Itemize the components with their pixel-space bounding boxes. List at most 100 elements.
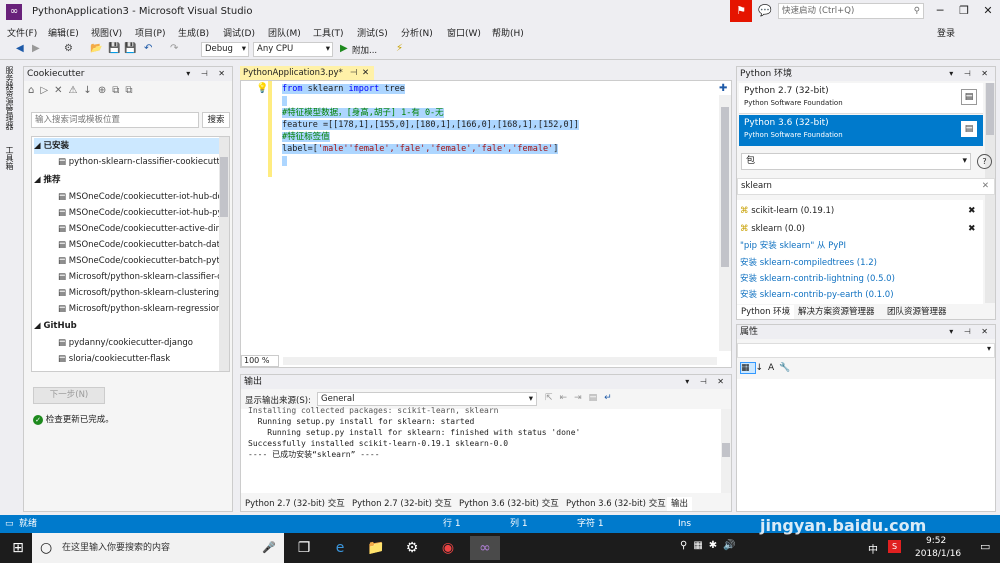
- output-source-select[interactable]: General ▾: [317, 392, 537, 406]
- attach-button[interactable]: 附加...: [352, 44, 377, 56]
- template-search-input[interactable]: 输入搜索词或模板位置: [31, 112, 199, 128]
- taskbar-search[interactable]: ○ 在这里输入你要搜索的内容 🎤: [32, 533, 284, 563]
- package-item[interactable]: ⌘ sklearn (0.0): [740, 221, 805, 237]
- tool-icon[interactable]: ⚡: [396, 43, 403, 54]
- panel-menu-icons[interactable]: ▾ ⊣ ✕: [949, 67, 992, 81]
- close-button[interactable]: ✕: [976, 0, 1000, 22]
- group-installed[interactable]: ◢ 已安装: [34, 138, 229, 154]
- template-item[interactable]: ▤ Microsoft/python-sklearn-clustering-co…: [58, 285, 229, 301]
- tab-py27-interactive-2[interactable]: Python 2.7 (32-bit) 交互: [348, 497, 456, 511]
- globe-icon[interactable]: ⊕: [98, 85, 112, 96]
- editor-tab[interactable]: PythonApplication3.py* ⊣ ✕: [240, 66, 374, 80]
- alphabetical-icon[interactable]: ↓A: [756, 363, 780, 373]
- uninstall-icon[interactable]: ✖: [968, 206, 978, 216]
- configuration-select[interactable]: Debug ▾: [201, 42, 249, 57]
- template-item[interactable]: ▤ sloria/cookiecutter-flask: [58, 351, 170, 367]
- new-project-icon[interactable]: ⚙: [64, 43, 73, 54]
- network-icon[interactable]: ▦: [693, 540, 708, 551]
- start-icon[interactable]: ▶: [340, 43, 348, 54]
- tab-team-explorer[interactable]: 团队资源管理器: [883, 305, 951, 319]
- next-button[interactable]: 下一步(N): [33, 387, 105, 404]
- template-item[interactable]: ▤ MSOneCode/cookiecutter-batch-data: [58, 237, 225, 253]
- tab-py36-interactive-2[interactable]: Python 3.6 (32-bit) 交互: [562, 497, 670, 511]
- menu-edit[interactable]: 编辑(E): [48, 26, 79, 39]
- feedback-icon[interactable]: 💬: [758, 4, 772, 17]
- pip-install-link[interactable]: "pip 安装 sklearn" 从 PyPI: [740, 238, 846, 254]
- categorized-icon[interactable]: ▦: [740, 362, 756, 374]
- server-explorer-tab[interactable]: 服务器资源管理器: [4, 66, 15, 130]
- copy-icon[interactable]: ⧉: [112, 85, 125, 96]
- package-item[interactable]: ⌘ scikit-learn (0.19.1): [740, 203, 834, 219]
- wrap-icon[interactable]: ↵: [604, 393, 619, 403]
- template-item[interactable]: ▤ MSOneCode/cookiecutter-iot-hub-python: [58, 205, 229, 221]
- save-icon[interactable]: 💾: [108, 43, 120, 54]
- task-view-icon[interactable]: ❐: [292, 536, 316, 560]
- edge-icon[interactable]: e: [328, 536, 352, 560]
- notification-icon[interactable]: ▭: [980, 540, 990, 553]
- menu-debug[interactable]: 调试(D): [223, 26, 255, 39]
- volume-icon[interactable]: 🔊: [723, 540, 741, 551]
- next-icon[interactable]: ⇥: [574, 393, 589, 403]
- maximize-button[interactable]: ❐: [952, 0, 976, 22]
- open-file-icon[interactable]: 📂: [90, 43, 102, 54]
- close-tab-icon[interactable]: ✕: [362, 66, 369, 80]
- tab-py27-interactive[interactable]: Python 2.7 (32-bit) 交互: [241, 497, 349, 511]
- template-item[interactable]: ▤ MSOneCode/cookiecutter-iot-hub-dotnet: [58, 189, 229, 205]
- notification-flag-icon[interactable]: ⚑: [730, 0, 752, 22]
- menu-build[interactable]: 生成(B): [178, 26, 209, 39]
- uninstall-icon[interactable]: ✖: [968, 224, 978, 234]
- add-icon[interactable]: ✚: [719, 83, 727, 94]
- sogou-icon[interactable]: S: [888, 540, 901, 553]
- chrome-icon[interactable]: ◉: [436, 536, 460, 560]
- undo-icon[interactable]: ↶: [144, 43, 152, 54]
- stop-icon[interactable]: ✕: [54, 85, 68, 96]
- panel-menu-icons[interactable]: ▾ ⊣ ✕: [949, 325, 992, 339]
- interactive-window-icon[interactable]: ▤: [961, 89, 977, 105]
- pin-icon[interactable]: ⊣: [350, 66, 357, 80]
- zoom-combo[interactable]: 100 %: [241, 355, 279, 367]
- env-item-selected[interactable]: Python 3.6 (32-bit) Python Software Foun…: [739, 115, 983, 146]
- save-all-icon[interactable]: 💾: [124, 43, 136, 54]
- template-item[interactable]: ▤ pydanny/cookiecutter-django: [58, 335, 193, 351]
- group-github[interactable]: ◢ GitHub: [34, 318, 77, 334]
- paste-icon[interactable]: ⧉: [125, 85, 138, 96]
- output-scrollbar[interactable]: [721, 409, 731, 493]
- people-icon[interactable]: ⚲: [680, 540, 693, 551]
- install-link[interactable]: 安装 sklearn-contrib-lightning (0.5.0): [740, 271, 895, 287]
- minimize-button[interactable]: ─: [928, 0, 952, 22]
- interactive-window-icon[interactable]: ▤: [961, 121, 977, 137]
- signin-link[interactable]: 登录: [937, 26, 955, 39]
- tree-scrollbar[interactable]: [219, 137, 229, 371]
- editor-scrollbar[interactable]: [719, 95, 731, 351]
- template-item[interactable]: ▤ MSOneCode/cookiecutter-active-director…: [58, 221, 229, 237]
- prev-icon[interactable]: ⇤: [560, 393, 575, 403]
- menu-project[interactable]: 项目(P): [135, 26, 165, 39]
- properties-object-select[interactable]: ▾: [737, 343, 995, 358]
- ime-indicator[interactable]: 中: [868, 541, 878, 556]
- menu-help[interactable]: 帮助(H): [492, 26, 524, 39]
- group-recommended[interactable]: ◢ 推荐: [34, 172, 61, 188]
- help-icon[interactable]: ?: [977, 154, 992, 169]
- search-button[interactable]: 搜索: [202, 112, 230, 128]
- env-item[interactable]: Python 2.7 (32-bit) Python Software Foun…: [739, 83, 983, 114]
- redo-icon[interactable]: ↷: [170, 43, 178, 54]
- toolbox-tab[interactable]: 工具箱: [4, 146, 15, 170]
- download-icon[interactable]: ↓: [83, 85, 97, 96]
- env-view-select[interactable]: 包 ▾: [741, 153, 971, 170]
- menu-tools[interactable]: 工具(T): [313, 26, 344, 39]
- template-item[interactable]: ▤ Microsoft/python-sklearn-regression-co…: [58, 301, 229, 317]
- menu-team[interactable]: 团队(M): [268, 26, 301, 39]
- find-icon[interactable]: ⇱: [545, 393, 560, 403]
- tab-solution-explorer[interactable]: 解决方案资源管理器: [794, 305, 879, 319]
- tab-py36-interactive[interactable]: Python 3.6 (32-bit) 交互: [455, 497, 563, 511]
- panel-menu-icons[interactable]: ▾ ⊣ ✕: [186, 67, 229, 81]
- platform-select[interactable]: Any CPU ▾: [253, 42, 333, 57]
- template-item[interactable]: ▤ Microsoft/python-sklearn-classifier-co…: [58, 269, 229, 285]
- lightbulb-icon[interactable]: 💡: [256, 83, 268, 94]
- back-icon[interactable]: ◀: [16, 43, 24, 54]
- forward-icon[interactable]: ▶: [32, 43, 40, 54]
- bluetooth-icon[interactable]: ✱: [709, 540, 723, 551]
- file-explorer-icon[interactable]: 📁: [364, 536, 388, 560]
- microphone-icon[interactable]: 🎤: [262, 533, 276, 563]
- hscrollbar[interactable]: [283, 357, 717, 365]
